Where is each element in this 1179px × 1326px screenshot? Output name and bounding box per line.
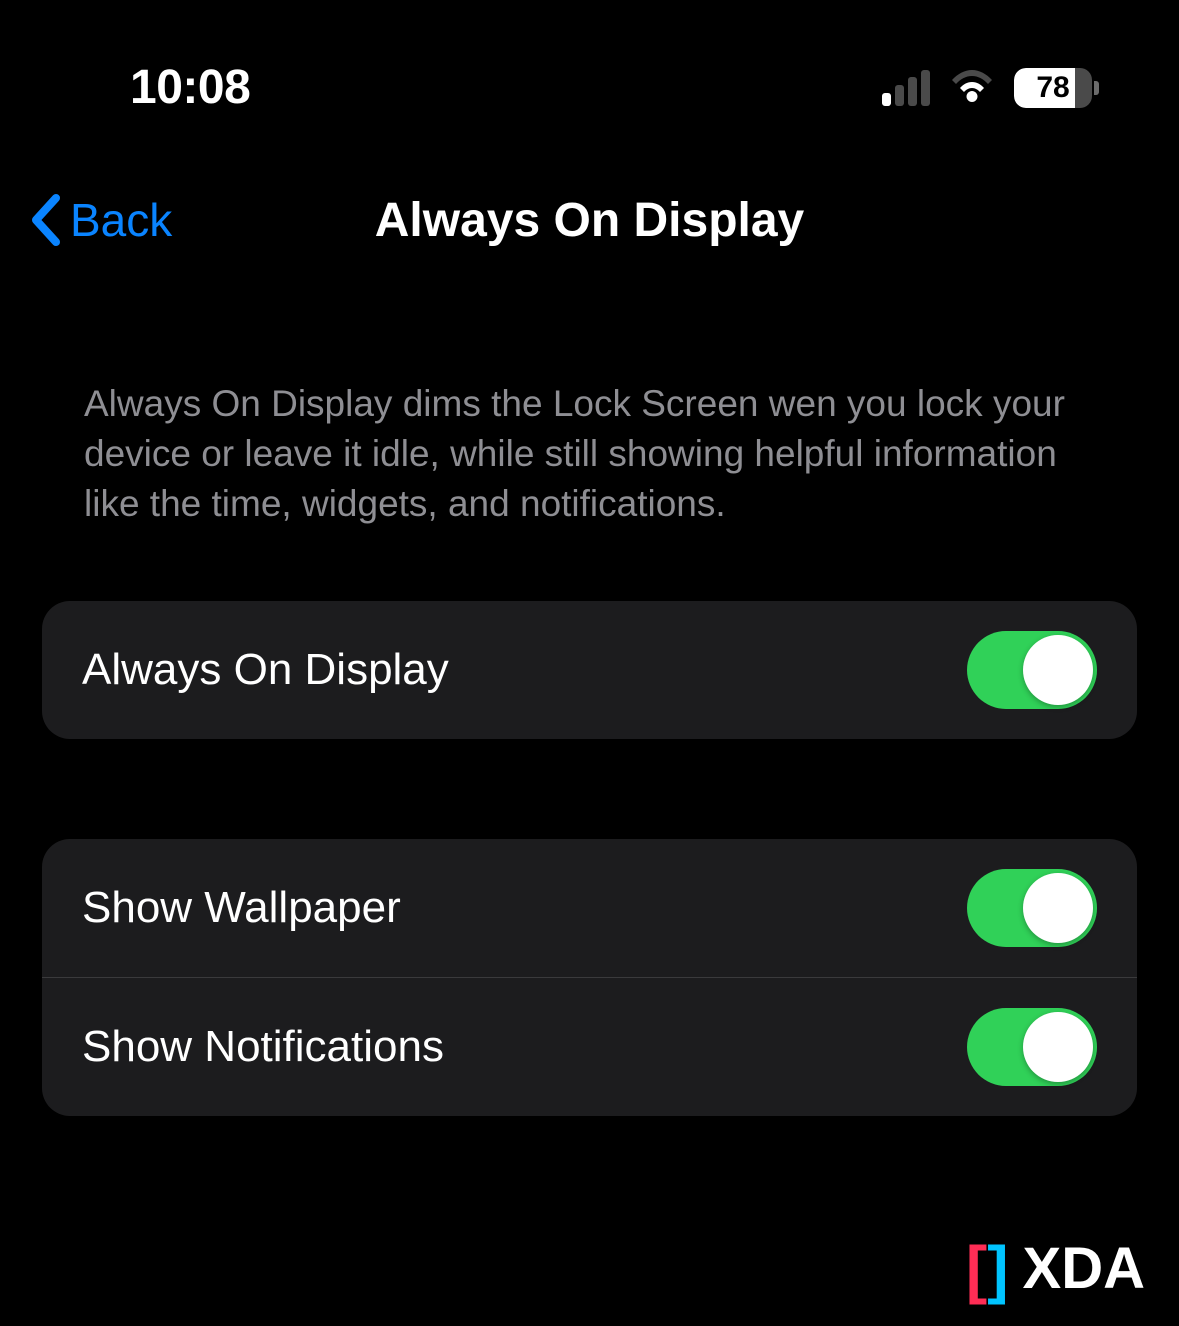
feature-description: Always On Display dims the Lock Screen w… bbox=[42, 297, 1137, 601]
setting-always-on-display[interactable]: Always On Display bbox=[42, 601, 1137, 739]
settings-group-options: Show Wallpaper Show Notifications bbox=[42, 839, 1137, 1116]
bracket-icon: [] bbox=[966, 1237, 1009, 1301]
content-area: Always On Display dims the Lock Screen w… bbox=[0, 297, 1179, 1116]
toggle-show-notifications[interactable] bbox=[967, 1008, 1097, 1086]
cellular-icon bbox=[882, 70, 930, 106]
toggle-always-on-display[interactable] bbox=[967, 631, 1097, 709]
toggle-show-wallpaper[interactable] bbox=[967, 869, 1097, 947]
setting-label: Show Wallpaper bbox=[82, 883, 401, 933]
page-title: Always On Display bbox=[0, 193, 1179, 248]
xda-watermark: [] XDA bbox=[966, 1235, 1145, 1302]
setting-show-wallpaper[interactable]: Show Wallpaper bbox=[42, 839, 1137, 977]
battery-level: 78 bbox=[1014, 68, 1092, 108]
back-button[interactable]: Back bbox=[28, 193, 172, 247]
chevron-left-icon bbox=[28, 194, 62, 246]
navigation-bar: Back Always On Display bbox=[0, 145, 1179, 297]
settings-group-main: Always On Display bbox=[42, 601, 1137, 739]
battery-icon: 78 bbox=[1014, 68, 1099, 108]
back-label: Back bbox=[70, 193, 172, 247]
watermark-text: XDA bbox=[1023, 1235, 1145, 1302]
status-indicators: 78 bbox=[882, 68, 1099, 108]
wifi-icon bbox=[948, 70, 996, 106]
setting-show-notifications[interactable]: Show Notifications bbox=[42, 977, 1137, 1116]
setting-label: Always On Display bbox=[82, 645, 449, 695]
status-time: 10:08 bbox=[130, 60, 250, 115]
status-bar: 10:08 78 bbox=[0, 0, 1179, 145]
setting-label: Show Notifications bbox=[82, 1022, 444, 1072]
